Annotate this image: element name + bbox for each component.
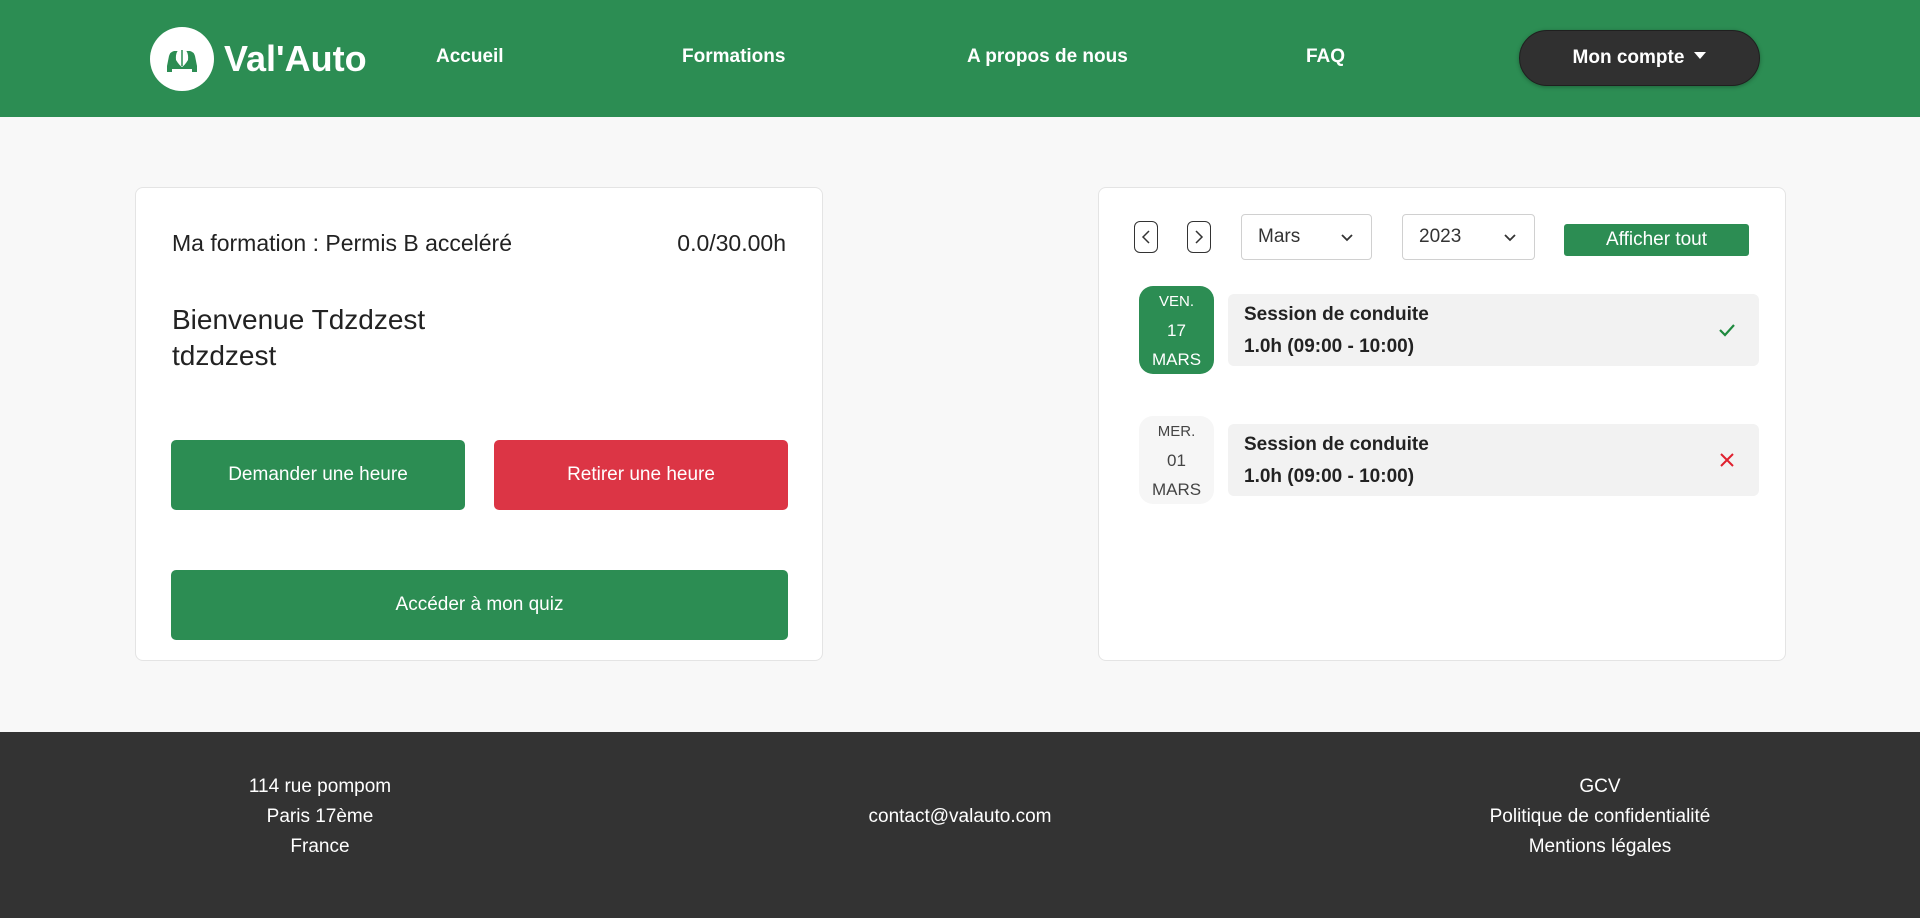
session-item[interactable]: Session de conduite 1.0h (09:00 - 10:00) [1228, 424, 1759, 496]
account-dropdown-button[interactable]: Mon compte [1519, 30, 1760, 86]
month-name: MARS [1151, 349, 1202, 369]
top-navbar: Val'Auto Accueil Formations A propos de … [0, 0, 1920, 117]
session-title: Session de conduite [1244, 434, 1429, 455]
welcome-message: Bienvenue Tdzdzest tdzdzest [172, 302, 425, 374]
nav-accueil[interactable]: Accueil [436, 46, 504, 68]
nav-formations[interactable]: Formations [682, 46, 785, 68]
year-select[interactable]: 2023 [1402, 214, 1535, 260]
year-value: 2023 [1419, 226, 1462, 247]
day-number: 01 [1167, 450, 1186, 470]
footer-address: 114 rue pompom Paris 17ème France [220, 772, 420, 862]
date-badge: MER. 01 MARS [1139, 416, 1214, 504]
footer: 114 rue pompom Paris 17ème France contac… [0, 732, 1920, 918]
nav-a-propos[interactable]: A propos de nous [967, 46, 1128, 68]
remove-hour-button[interactable]: Retirer une heure [494, 440, 788, 510]
day-of-week: MER. [1157, 422, 1196, 440]
calendar-card: Mars 2023 Afficher tout VEN. 17 MARS Ses… [1098, 187, 1786, 661]
session-title: Session de conduite [1244, 304, 1429, 325]
show-all-button[interactable]: Afficher tout [1564, 224, 1749, 256]
address-line: 114 rue pompom [248, 776, 392, 797]
chevron-left-icon [1141, 230, 1150, 244]
check-icon [1719, 324, 1735, 337]
footer-link-legal[interactable]: Mentions légales [1450, 832, 1750, 862]
footer-contact: contact@valauto.com [810, 802, 1110, 832]
account-label: Mon compte [1572, 47, 1685, 68]
address-line: France [290, 836, 350, 857]
date-badge: VEN. 17 MARS [1139, 286, 1214, 374]
month-value: Mars [1258, 226, 1301, 247]
footer-links: GCV Politique de confidentialité Mention… [1450, 772, 1750, 862]
session-time: 1.0h (09:00 - 10:00) [1244, 336, 1415, 357]
chevron-right-icon [1195, 230, 1204, 244]
day-number: 17 [1167, 320, 1186, 340]
request-hour-button[interactable]: Demander une heure [171, 440, 465, 510]
address-line: Paris 17ème [266, 806, 374, 827]
formation-label: Ma formation : Permis B acceléré [172, 230, 513, 256]
footer-link-privacy[interactable]: Politique de confidentialité [1450, 802, 1750, 832]
chevron-down-icon [1504, 234, 1516, 242]
session-item[interactable]: Session de conduite 1.0h (09:00 - 10:00) [1228, 294, 1759, 366]
formation-card: Ma formation : Permis B acceléré 0.0/30.… [135, 187, 823, 661]
contact-email-link[interactable]: contact@valauto.com [810, 802, 1110, 832]
month-name: MARS [1151, 479, 1202, 499]
nav-faq[interactable]: FAQ [1306, 46, 1345, 68]
brand-name: Val'Auto [224, 38, 367, 79]
quiz-button[interactable]: Accéder à mon quiz [171, 570, 788, 640]
prev-month-button[interactable] [1134, 221, 1158, 253]
day-of-week: VEN. [1158, 292, 1194, 310]
cross-icon [1720, 453, 1734, 467]
chevron-down-icon [1341, 234, 1353, 242]
session-time: 1.0h (09:00 - 10:00) [1244, 466, 1415, 487]
welcome-line-2: tdzdzest [172, 340, 277, 371]
hours-counter: 0.0/30.00h [677, 230, 786, 256]
caret-down-icon [1694, 51, 1707, 59]
month-select[interactable]: Mars [1241, 214, 1372, 260]
welcome-line-1: Bienvenue Tdzdzest [172, 304, 426, 335]
next-month-button[interactable] [1187, 221, 1211, 253]
car-logo-icon [150, 27, 214, 91]
brand-logo[interactable]: Val'Auto [150, 27, 367, 91]
footer-link-gcv[interactable]: GCV [1450, 772, 1750, 802]
